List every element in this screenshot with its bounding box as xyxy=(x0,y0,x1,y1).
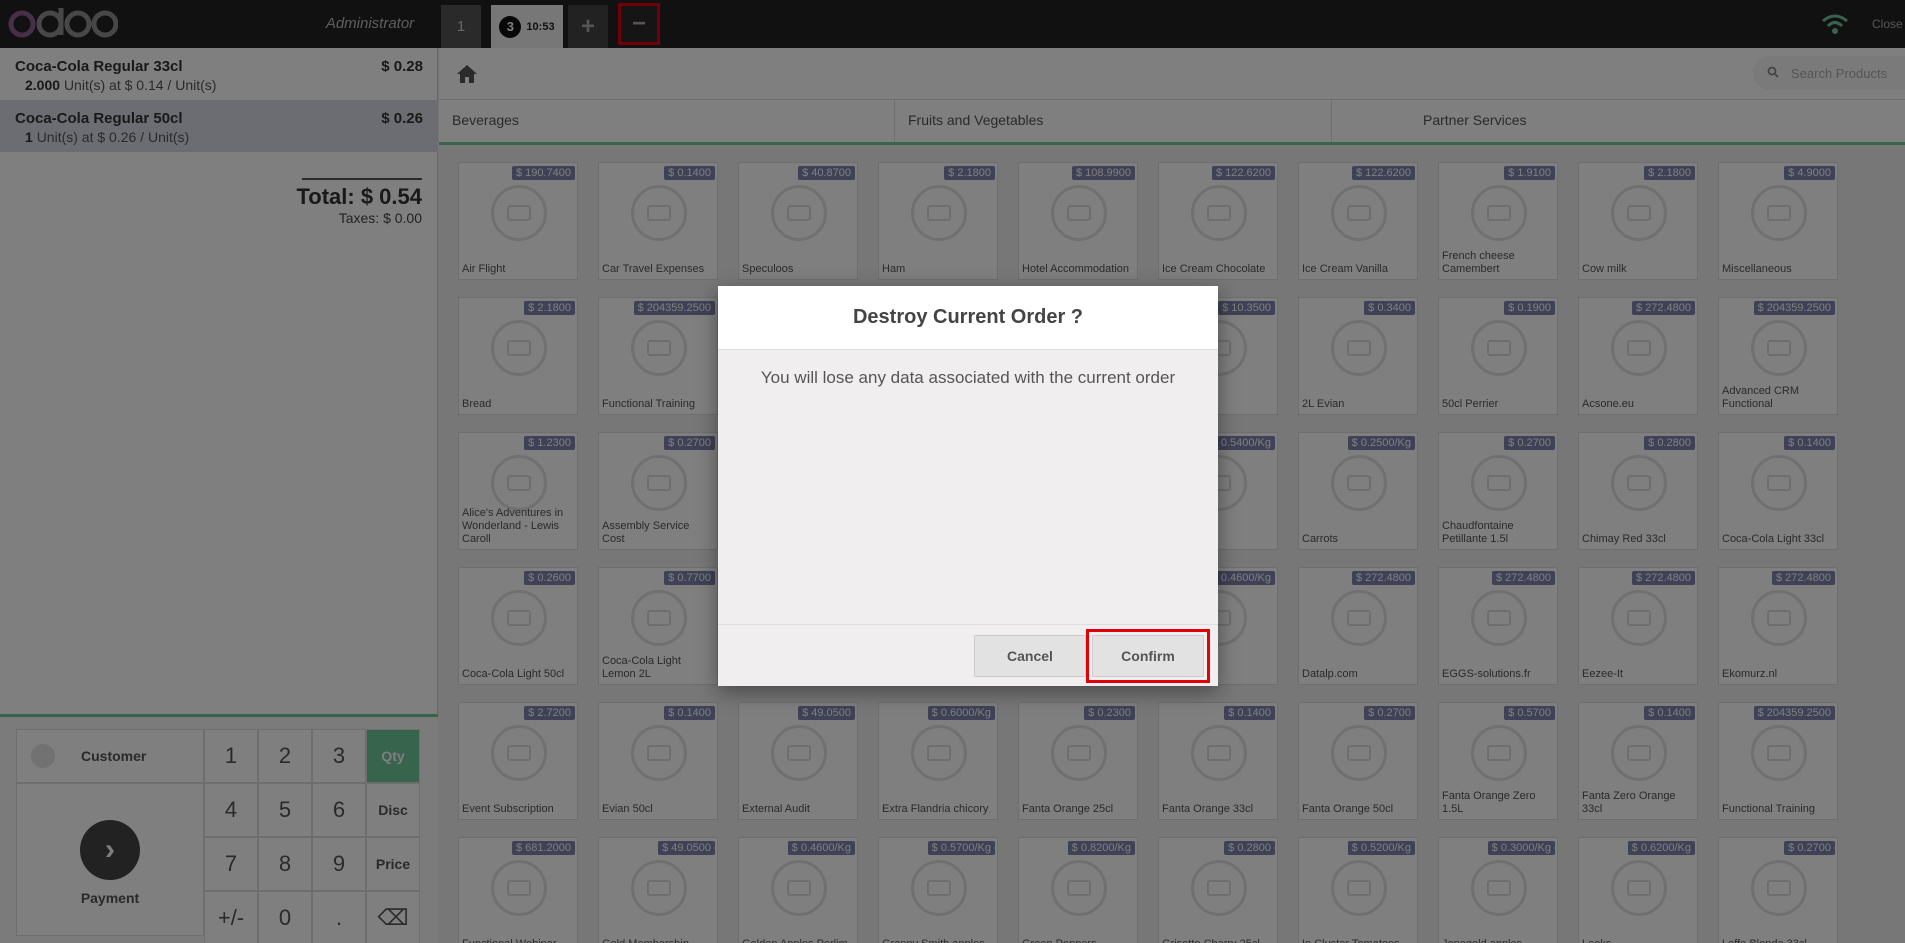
cancel-button[interactable]: Cancel xyxy=(974,635,1086,677)
dialog-footer: Cancel Confirm xyxy=(718,624,1218,686)
dialog-title: Destroy Current Order ? xyxy=(718,286,1218,350)
destroy-order-dialog: Destroy Current Order ? You will lose an… xyxy=(718,286,1218,686)
dialog-message: You will lose any data associated with t… xyxy=(760,368,1176,387)
confirm-button[interactable]: Confirm xyxy=(1086,629,1210,683)
